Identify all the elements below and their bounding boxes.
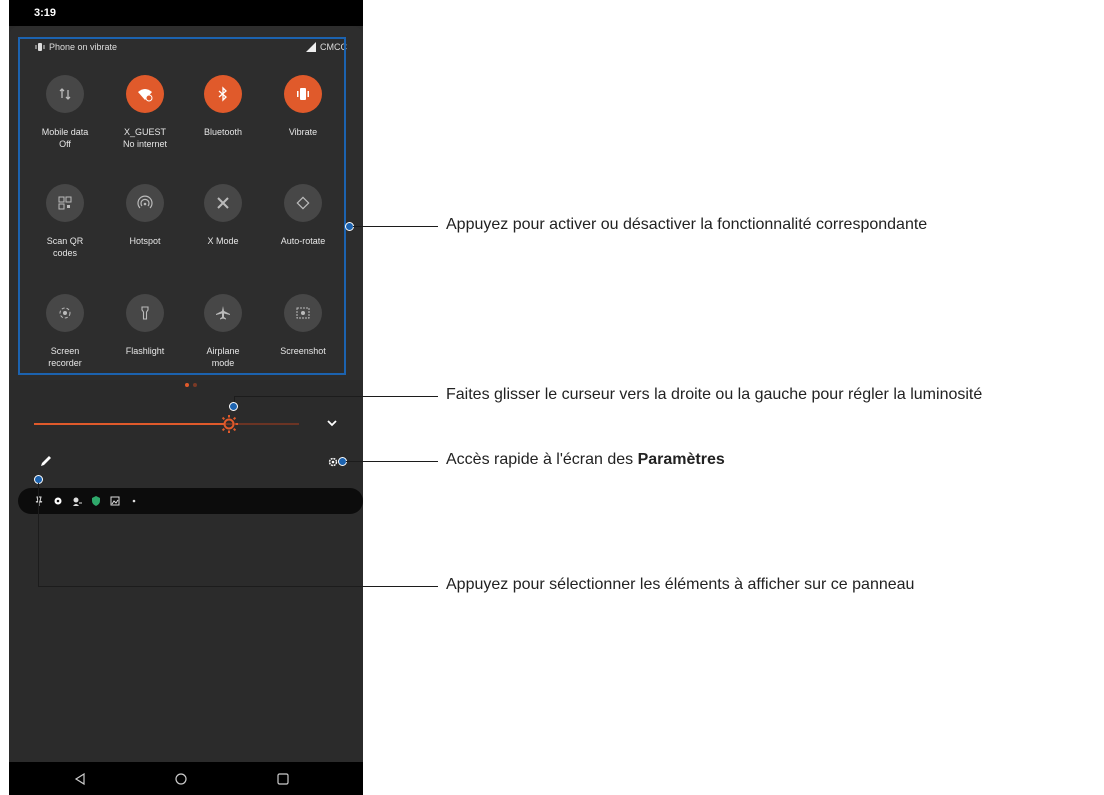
callout-text-tiles: Appuyez pour activer ou désactiver la fo… [446,216,928,233]
settings-notification-icon [54,497,62,505]
clock: 3:19 [34,7,57,19]
brightness-slider-thumb[interactable] [219,414,239,434]
notification-icons-bar[interactable] [18,488,363,514]
page-dot [193,383,197,387]
callout-dot-brightness [229,402,238,411]
callout-line-brightness [234,396,438,397]
navigation-bar [9,762,363,795]
pin-icon [35,496,43,506]
recents-icon[interactable] [276,772,290,786]
shield-icon [92,496,100,506]
tiles-highlight-box [18,37,346,375]
callout-line-edit-vertical [38,483,39,587]
callout-text-brightness: Faites glisser le curseur vers la droite… [446,386,983,403]
more-dot-icon [132,499,136,503]
callout-text-settings: Accès rapide à l'écran des Paramètres [446,451,725,469]
callout-text-edit: Appuyez pour sélectionner les éléments à… [446,576,915,593]
callout-settings-bold: Paramètres [637,451,725,468]
brightness-slider-track[interactable] [34,423,299,425]
home-icon[interactable] [174,772,188,786]
back-icon[interactable] [73,772,87,786]
status-bar: 3:19 [9,0,363,26]
expand-chevron-icon[interactable] [325,416,339,430]
callout-line-settings [346,461,438,462]
game-genie-icon [73,497,82,506]
page-dot-active [185,383,189,387]
gallery-icon [110,496,120,506]
callout-line-edit [38,586,438,587]
edit-pencil-icon[interactable] [39,454,53,468]
page-indicator [185,383,197,387]
callout-line-tiles [353,226,438,227]
callout-settings-prefix: Accès rapide à l'écran des [446,451,638,468]
